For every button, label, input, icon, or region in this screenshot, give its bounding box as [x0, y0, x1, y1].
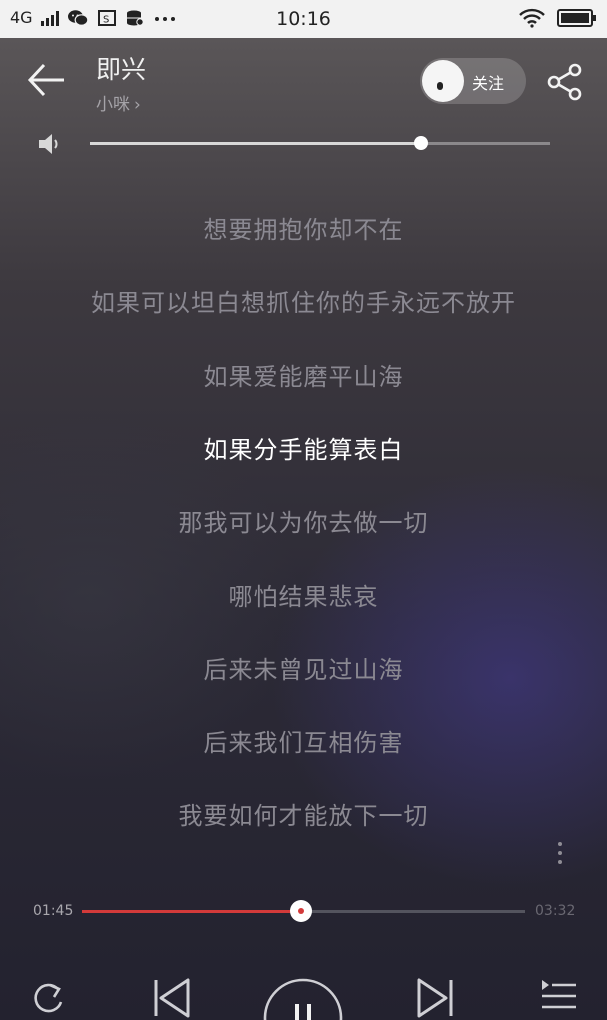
- lyric-line: 哪怕结果悲哀: [228, 582, 379, 611]
- progress-fill: [82, 910, 302, 913]
- volume-control: [0, 126, 607, 162]
- pause-icon: [263, 978, 343, 1020]
- skip-previous-icon: [154, 978, 190, 1018]
- artist-avatar: [422, 60, 464, 102]
- lyric-line-current: 如果分手能算表白: [203, 435, 404, 464]
- volume-slider[interactable]: [90, 136, 550, 150]
- battery-icon: [557, 9, 596, 27]
- repeat-button[interactable]: [28, 980, 68, 1016]
- back-arrow-icon: [27, 63, 64, 97]
- back-button[interactable]: [24, 60, 70, 100]
- playback-controls: [0, 954, 607, 1020]
- status-time: 10:16: [276, 8, 331, 30]
- lyric-line: 后来未曾见过山海: [203, 655, 404, 684]
- lyric-line: 如果爱能磨平山海: [203, 362, 404, 391]
- status-right: [519, 8, 597, 28]
- volume-thumb[interactable]: [414, 136, 429, 150]
- skip-next-icon: [417, 978, 453, 1018]
- playlist-icon: [542, 980, 576, 1009]
- volume-fill: [90, 142, 422, 145]
- total-time: 03:32: [535, 903, 576, 919]
- progress-thumb[interactable]: [290, 900, 313, 922]
- lyric-line: 后来我们互相伤害: [203, 729, 404, 758]
- repeat-icon: [34, 983, 63, 1013]
- artist-link[interactable]: 小咪 ›: [96, 90, 141, 115]
- lyric-line: 我要如何才能放下一切: [178, 802, 429, 831]
- follow-label: 关注: [472, 74, 505, 93]
- lyric-line: 那我可以为你去做一切: [178, 509, 429, 538]
- more-options-button[interactable]: [546, 838, 574, 868]
- follow-button[interactable]: 关注: [420, 58, 526, 104]
- previous-button[interactable]: [150, 976, 194, 1020]
- pause-button[interactable]: [263, 978, 343, 1020]
- artist-name: 小咪: [96, 95, 130, 115]
- player-header: 即兴 小咪 › 关注: [0, 38, 607, 128]
- status-bar: 4G S 10:16: [0, 0, 607, 38]
- chevron-right-icon: ›: [134, 95, 141, 115]
- song-title: 即兴: [96, 55, 147, 84]
- share-icon: [547, 63, 582, 101]
- share-button[interactable]: [546, 62, 586, 102]
- playlist-button[interactable]: [538, 978, 580, 1018]
- progress-slider[interactable]: [82, 900, 525, 922]
- next-button[interactable]: [413, 976, 457, 1020]
- current-time: 01:45: [33, 903, 74, 919]
- progress-control: 01:45 03:32: [0, 894, 607, 930]
- player-screen: 即兴 小咪 › 关注 想要拥抱你却不在 如果可以坦白想抓住你的手永远不放开 如果…: [0, 38, 607, 1020]
- lyric-line: 想要拥抱你却不在: [203, 216, 404, 244]
- lyric-line: 如果可以坦白想抓住你的手永远不放开: [91, 289, 516, 318]
- speaker-icon: [39, 134, 58, 154]
- wifi-icon: [519, 8, 545, 28]
